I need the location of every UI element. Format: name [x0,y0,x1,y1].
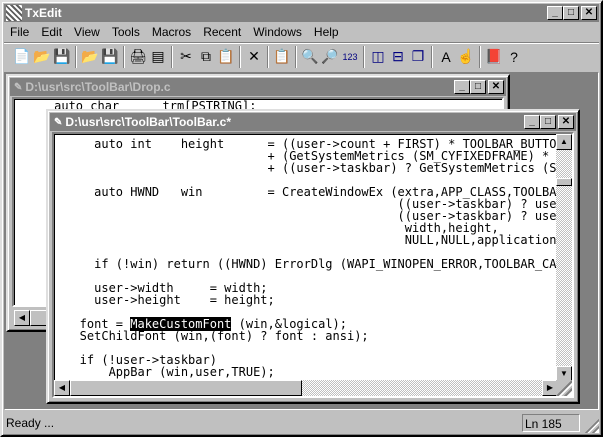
status-text: Ready ... [6,416,55,430]
new-file-icon: 📄 [13,48,31,64]
app-title-bar[interactable]: TxEdit _ □ ✕ [4,4,599,22]
help-icon: ? [510,48,518,65]
scroll-left-button[interactable]: ◀ [14,310,30,326]
find-icon: 🔍 [301,48,319,64]
tile-vertical-button[interactable]: ◫ [368,46,388,68]
file-icon: ✎ [14,81,23,93]
menu-macros[interactable]: Macros [146,23,197,42]
tile-horizontal-button[interactable]: ⊟ [388,46,408,68]
file-icon: ✎ [54,116,63,128]
menu-file[interactable]: File [4,23,35,42]
toolbar-separator [431,45,433,68]
menu-windows[interactable]: Windows [247,23,308,42]
new-file-button[interactable]: 📄 [12,46,32,68]
menu-bar: File Edit View Tools Macros Recent Windo… [4,23,345,42]
toolbar-separator [363,45,365,68]
vertical-scrollbar[interactable]: ▲ ▼ [556,134,572,382]
code-editor[interactable]: auto int height = ((user->count + FIRST)… [52,132,574,398]
resize-grip[interactable] [585,419,599,433]
mdi-client-area: ✎ D:\usr\src\ToolBar\Drop.c _ □ ✕ auto cha… [4,72,599,410]
pointer-hand-icon: ☝ [457,48,475,64]
toolbar-separator [239,45,241,68]
status-bar: Ready ... Ln 185 [4,413,599,433]
copy-icon: ⧉ [201,48,211,64]
close-button[interactable]: ✕ [558,115,574,129]
code-text: auto int height = ((user->count + FIRST)… [79,137,571,379]
drop-c-title-bar[interactable]: ✎ D:\usr\src\ToolBar\Drop.c _ □ ✕ [10,78,506,96]
minimize-button[interactable]: _ [454,80,470,94]
toolbar-separator [171,45,173,68]
close-button[interactable]: ✕ [581,6,597,20]
clipboard-button[interactable]: 📋 [272,46,292,68]
print-setup-icon: ▤ [151,48,165,64]
toolbar-separator [267,45,269,68]
save-all-button[interactable]: 💾 [100,46,120,68]
toolbar-c-title: D:\usr\src\ToolBar\ToolBar.c* [65,115,231,129]
menu-edit[interactable]: Edit [35,23,68,42]
open-project-icon: 📂 [81,48,99,64]
close-button[interactable]: ✕ [488,80,504,94]
drop-c-title: D:\usr\src\ToolBar\Drop.c [25,80,171,94]
line-number: Ln 185 [522,414,580,432]
scroll-left-button[interactable]: ◀ [54,380,70,396]
delete-icon: ✕ [248,48,260,64]
maximize-button[interactable]: □ [563,6,579,20]
copy-button[interactable]: ⧉ [196,46,216,68]
paste-button[interactable]: 📋 [216,46,236,68]
toolbar-separator [75,45,77,68]
scroll-thumb[interactable] [70,380,302,396]
scroll-up-button[interactable]: ▲ [556,134,572,150]
toolbar-separator [479,45,481,68]
app-title: TxEdit [25,6,62,20]
print-setup-button[interactable]: ▤ [148,46,168,68]
print-icon: 🖨 [129,48,147,64]
menu-help[interactable]: Help [308,23,345,42]
maximize-button[interactable]: □ [470,80,486,94]
resize-grip[interactable] [556,380,572,396]
book-button[interactable]: 📕 [484,46,504,68]
save-button[interactable]: 💾 [52,46,72,68]
toolbar-c-title-bar[interactable]: ✎ D:\usr\src\ToolBar\ToolBar.c* _ □ ✕ [50,113,576,131]
cut-icon: ✂ [180,48,192,64]
help-button[interactable]: ? [504,46,524,68]
replace-icon: 🔎 [321,48,339,64]
scroll-thumb[interactable] [556,178,572,186]
maximize-button[interactable]: □ [540,115,556,129]
open-button[interactable]: 📂 [32,46,52,68]
cascade-button[interactable]: ❐ [408,46,428,68]
app-icon[interactable] [6,5,22,21]
toolbar-separator [123,45,125,68]
toolbar: 📄 📂 💾 📂 💾 🖨 ▤ ✂ ⧉ 📋 ✕ 📋 🔍 🔎 123 ◫ ⊟ ❐ A ☝ 📕? [4,42,599,70]
clipboard-icon: 📋 [273,48,291,64]
goto-line-icon: 123 [342,51,358,62]
toolbar-c-window[interactable]: ✎ D:\usr\src\ToolBar\ToolBar.c* _ □ ✕ auto… [46,109,580,404]
horizontal-scrollbar[interactable]: ◀ ▶ [54,380,558,396]
pointer-hand-button[interactable]: ☝ [456,46,476,68]
save-all-icon: 💾 [101,48,119,64]
delete-button[interactable]: ✕ [244,46,264,68]
minimize-button[interactable]: _ [524,115,540,129]
open-icon: 📂 [33,48,51,64]
open-project-button[interactable]: 📂 [80,46,100,68]
replace-button[interactable]: 🔎 [320,46,340,68]
menu-view[interactable]: View [68,23,106,42]
font-icon: A [441,48,451,65]
find-button[interactable]: 🔍 [300,46,320,68]
tile-vertical-icon: ◫ [371,48,385,64]
font-button[interactable]: A [436,46,456,68]
menu-tools[interactable]: Tools [106,23,146,42]
horizontal-scrollbar[interactable]: ◀ [14,310,50,326]
paste-icon: 📋 [217,48,235,64]
menu-recent[interactable]: Recent [197,23,247,42]
toolbar-separator [295,45,297,68]
save-icon: 💾 [53,48,71,64]
tile-horizontal-icon: ⊟ [392,48,404,64]
minimize-button[interactable]: _ [547,6,563,20]
print-button[interactable]: 🖨 [128,46,148,68]
goto-line-button[interactable]: 123 [340,46,360,68]
cut-button[interactable]: ✂ [176,46,196,68]
book-icon: 📕 [485,48,503,64]
cascade-icon: ❐ [411,48,425,64]
